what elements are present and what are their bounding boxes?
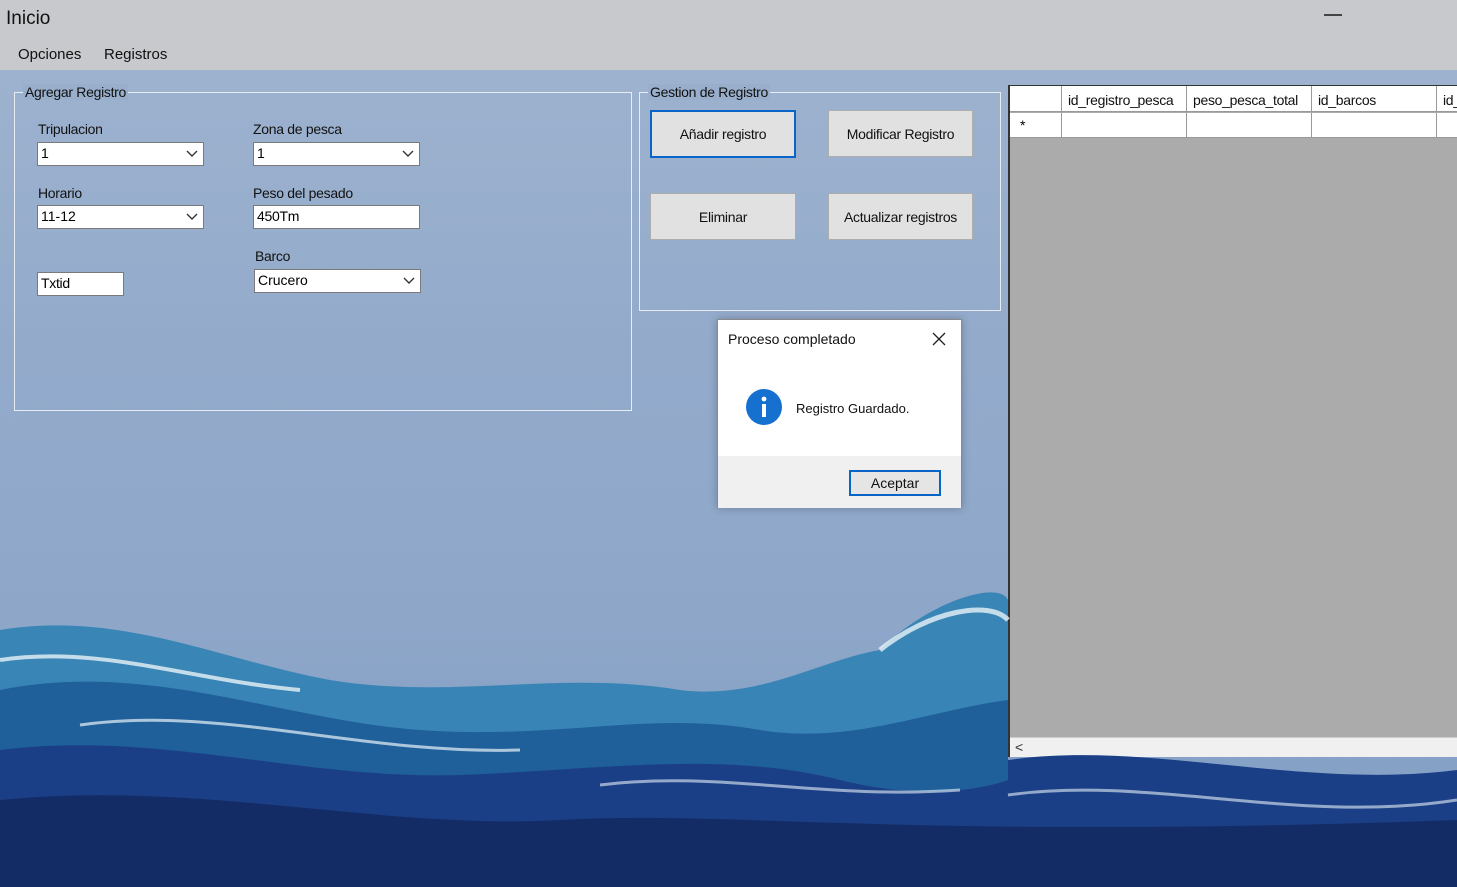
peso-label: Peso del pesado	[253, 185, 353, 201]
txtid-input[interactable]: Txtid	[37, 272, 124, 296]
chevron-down-icon	[186, 150, 198, 157]
horario-combo[interactable]: 11-12	[37, 205, 204, 229]
dialog-message: Registro Guardado.	[796, 401, 910, 416]
dialog-footer: Aceptar	[718, 456, 961, 508]
ok-button[interactable]: Aceptar	[849, 470, 941, 496]
delete-record-button[interactable]: Eliminar	[650, 193, 796, 240]
gestion-registro-legend: Gestion de Registro	[648, 84, 771, 100]
tripulacion-combo[interactable]: 1	[37, 142, 204, 166]
column-header-partial[interactable]: id_	[1437, 86, 1457, 112]
table-cell[interactable]	[1312, 113, 1437, 138]
zona-combo[interactable]: 1	[253, 142, 420, 166]
menu-bar: Opciones Registros	[0, 40, 1457, 70]
table-cell[interactable]	[1187, 113, 1312, 138]
agregar-registro-group: Agregar Registro	[14, 84, 632, 411]
grid-new-row[interactable]: *	[1010, 113, 1457, 138]
column-header-id-registro-pesca[interactable]: id_registro_pesca	[1062, 86, 1187, 112]
info-icon	[746, 389, 782, 425]
barco-label: Barco	[255, 248, 291, 264]
minimize-icon[interactable]	[1324, 14, 1342, 16]
column-header-id-barcos[interactable]: id_barcos	[1312, 86, 1437, 112]
dialog-title: Proceso completado	[728, 331, 856, 347]
grid-header: id_registro_pesca peso_pesca_total id_ba…	[1010, 86, 1457, 112]
zona-value: 1	[257, 145, 265, 161]
message-dialog: Proceso completado Registro Guardado. Ac…	[717, 319, 962, 508]
chevron-down-icon	[402, 150, 414, 157]
wave-background-image	[0, 592, 1457, 887]
refresh-records-button[interactable]: Actualizar registros	[828, 193, 973, 240]
agregar-registro-legend: Agregar Registro	[23, 84, 129, 100]
modify-record-button[interactable]: Modificar Registro	[828, 110, 973, 157]
zona-label: Zona de pesca	[253, 121, 342, 137]
column-header-peso-pesca-total[interactable]: peso_pesca_total	[1187, 86, 1312, 112]
tripulacion-value: 1	[41, 145, 49, 161]
add-record-button[interactable]: Añadir registro	[650, 110, 796, 158]
barco-combo[interactable]: Crucero	[254, 269, 421, 293]
horario-value: 11-12	[41, 208, 76, 224]
horario-label: Horario	[38, 185, 82, 201]
menu-opciones[interactable]: Opciones	[18, 46, 81, 63]
row-header-new: *	[1010, 113, 1062, 138]
window-title: Inicio	[6, 8, 51, 29]
grid-corner-cell	[1010, 86, 1062, 112]
chevron-down-icon	[186, 213, 198, 220]
chevron-down-icon	[403, 277, 415, 284]
peso-input[interactable]: 450Tm	[253, 205, 420, 229]
barco-value: Crucero	[258, 272, 308, 288]
close-icon[interactable]	[932, 332, 946, 346]
table-cell[interactable]	[1437, 113, 1457, 138]
menu-registros[interactable]: Registros	[104, 46, 167, 63]
tripulacion-label: Tripulacion	[38, 121, 103, 137]
title-bar: Inicio	[0, 0, 1457, 40]
table-cell[interactable]	[1062, 113, 1187, 138]
